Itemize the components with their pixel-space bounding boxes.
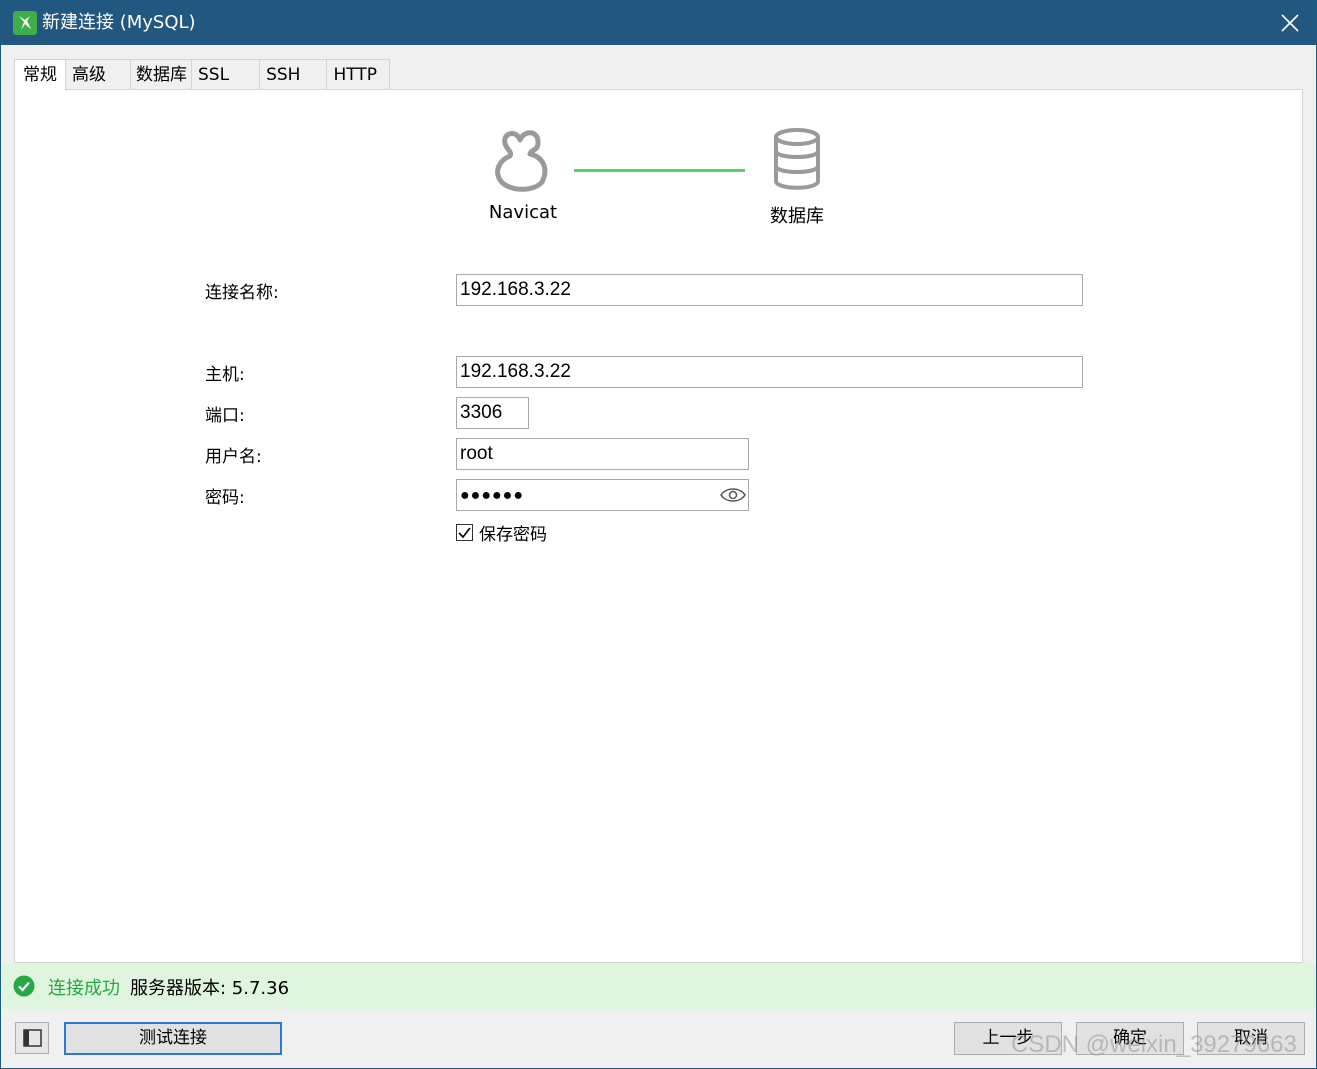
panel-icon bbox=[23, 1029, 42, 1047]
database-icon bbox=[774, 128, 820, 190]
checkmark-icon bbox=[458, 527, 471, 538]
tab-ssh[interactable]: SSH bbox=[259, 59, 328, 89]
connection-name-input[interactable]: 192.168.3.22 bbox=[456, 274, 1083, 306]
toggle-panel-button[interactable] bbox=[15, 1022, 49, 1054]
navicat-app-icon bbox=[13, 11, 37, 35]
navicat-logo-icon bbox=[495, 130, 548, 192]
port-label: 端口: bbox=[205, 406, 245, 426]
title-bar[interactable]: 新建连接 (MySQL) bbox=[1, 1, 1316, 45]
tab-ssl[interactable]: SSL bbox=[191, 59, 261, 89]
tab-databases[interactable]: 数据库 bbox=[130, 59, 192, 89]
success-check-icon bbox=[13, 975, 35, 997]
show-password-eye-icon[interactable] bbox=[720, 485, 746, 505]
password-input[interactable]: ●●●●●● bbox=[456, 479, 749, 511]
save-password-row: 保存密码 bbox=[456, 521, 547, 545]
new-connection-dialog: 新建连接 (MySQL) 常规 高级 数据库 SSL SSH HTTP Navi… bbox=[0, 0, 1317, 1069]
database-label: 数据库 bbox=[770, 206, 824, 227]
cancel-button[interactable]: 取消 bbox=[1197, 1022, 1305, 1055]
window-title: 新建连接 (MySQL) bbox=[42, 12, 196, 33]
ok-button[interactable]: 确定 bbox=[1076, 1022, 1184, 1055]
password-label: 密码: bbox=[205, 488, 245, 508]
navicat-label: Navicat bbox=[488, 202, 558, 223]
test-connection-button[interactable]: 测试连接 bbox=[64, 1022, 282, 1055]
tab-advanced[interactable]: 高级 bbox=[65, 59, 131, 89]
save-password-label: 保存密码 bbox=[479, 524, 547, 545]
general-tab-panel: Navicat 数据库 连接名称: 192.168.3.22 主机: 192.1… bbox=[14, 89, 1303, 963]
username-label: 用户名: bbox=[205, 447, 262, 467]
previous-step-button[interactable]: 上一步 bbox=[954, 1022, 1062, 1055]
status-bar: 连接成功 服务器版本: 5.7.36 bbox=[1, 963, 1316, 1009]
username-input[interactable]: root bbox=[456, 438, 749, 470]
save-password-checkbox[interactable] bbox=[456, 523, 473, 541]
connection-name-label: 连接名称: bbox=[205, 283, 279, 303]
server-version-text: 服务器版本: 5.7.36 bbox=[130, 978, 290, 999]
close-icon bbox=[1281, 14, 1299, 32]
port-input[interactable]: 3306 bbox=[456, 397, 529, 429]
connection-success-text: 连接成功 bbox=[48, 978, 120, 999]
password-mask: ●●●●●● bbox=[460, 487, 524, 504]
tab-bar: 常规 高级 数据库 SSL SSH HTTP bbox=[14, 59, 390, 91]
connection-line bbox=[574, 169, 745, 172]
close-button[interactable] bbox=[1274, 7, 1306, 39]
tab-general[interactable]: 常规 bbox=[14, 59, 66, 91]
host-label: 主机: bbox=[205, 365, 245, 385]
host-input[interactable]: 192.168.3.22 bbox=[456, 356, 1083, 388]
tab-http[interactable]: HTTP bbox=[326, 59, 390, 89]
